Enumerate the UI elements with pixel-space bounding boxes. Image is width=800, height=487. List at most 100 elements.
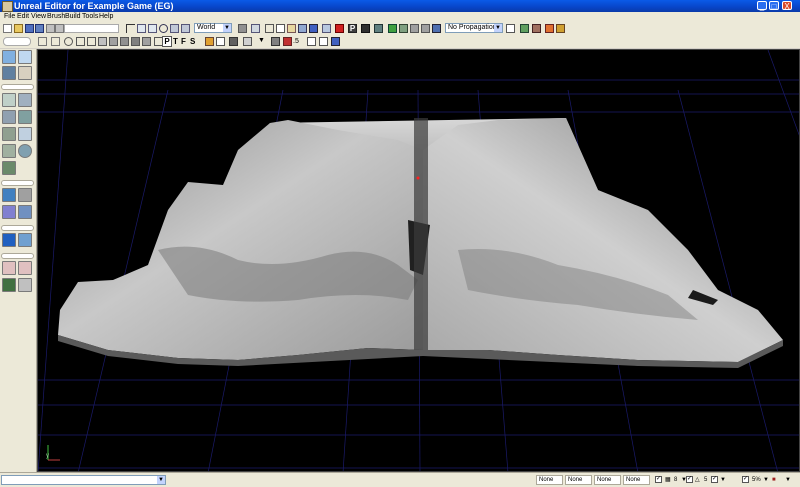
redo-icon[interactable]: [55, 24, 64, 33]
csg-add-button[interactable]: [2, 188, 16, 202]
save-icon[interactable]: [25, 24, 34, 33]
texture-mode-button[interactable]: [18, 66, 32, 80]
linear-stair-brush-button[interactable]: [2, 127, 16, 141]
sphere-brush-button[interactable]: [18, 144, 32, 158]
light-complexity-icon[interactable]: [131, 37, 140, 46]
copy-icon[interactable]: [276, 24, 285, 33]
cone-brush-button[interactable]: [18, 93, 32, 107]
play-level-icon[interactable]: [432, 24, 441, 33]
save-all-icon[interactable]: [35, 24, 44, 33]
unlit-icon[interactable]: [98, 37, 107, 46]
p-button[interactable]: P: [348, 24, 357, 33]
csg-subtract-button[interactable]: [18, 188, 32, 202]
show-selected-button[interactable]: [2, 261, 16, 275]
chevron-down-icon[interactable]: ▼: [720, 475, 726, 485]
translate-icon[interactable]: [137, 24, 146, 33]
menu-file[interactable]: File: [4, 12, 15, 22]
texture-density-icon[interactable]: [142, 37, 151, 46]
scale-nonuniform-icon[interactable]: [181, 24, 190, 33]
rotation-snap-checkbox[interactable]: ✓: [686, 476, 693, 483]
realtime-icon[interactable]: [38, 37, 47, 46]
matinee-icon[interactable]: [361, 24, 370, 33]
build-lighting-icon[interactable]: [388, 24, 397, 33]
menu-help[interactable]: Help: [99, 12, 113, 22]
kismet-icon[interactable]: [335, 24, 344, 33]
terrain-mode-button[interactable]: [2, 66, 16, 80]
geometry-mode-button[interactable]: [18, 50, 32, 64]
caret-down-icon[interactable]: ▼: [257, 37, 266, 46]
camera-speed-icon[interactable]: [64, 37, 73, 46]
cut-icon[interactable]: [265, 24, 274, 33]
sheet-brush-button[interactable]: [18, 127, 32, 141]
propagation-select[interactable]: No Propagation ▼: [445, 23, 503, 33]
binoculars-icon[interactable]: [238, 24, 247, 33]
wireframe-icon[interactable]: [76, 37, 85, 46]
close-button[interactable]: X: [782, 1, 792, 11]
cylinder-brush-button[interactable]: [18, 110, 32, 124]
menu-brush[interactable]: Brush: [47, 12, 65, 22]
show-all-button[interactable]: [18, 278, 32, 292]
play-icon[interactable]: [506, 24, 515, 33]
menu-edit[interactable]: Edit: [17, 12, 29, 22]
build-paths-icon[interactable]: [399, 24, 408, 33]
csg-intersect-button[interactable]: [2, 205, 16, 219]
play-in-editor-icon[interactable]: [520, 24, 529, 33]
disk-icon[interactable]: ■: [772, 475, 776, 485]
csg-deintersect-button[interactable]: [18, 205, 32, 219]
perspective-view-button[interactable]: P: [162, 36, 172, 47]
menu-view[interactable]: View: [31, 12, 46, 22]
game-view-icon[interactable]: [243, 37, 252, 46]
front-view-button[interactable]: F: [181, 36, 186, 47]
level-browser-icon[interactable]: [322, 24, 331, 33]
perspective-viewport[interactable]: y: [37, 49, 800, 472]
snap-value-icon[interactable]: [283, 37, 292, 46]
new-file-icon[interactable]: [3, 24, 12, 33]
rotate-icon[interactable]: [159, 24, 168, 33]
cube-brush-button[interactable]: [2, 93, 16, 107]
chevron-down-icon[interactable]: ▼: [785, 475, 791, 485]
lock-icon[interactable]: [51, 37, 60, 46]
lock-viewport-icon[interactable]: [205, 37, 214, 46]
menu-build[interactable]: Build: [65, 12, 81, 22]
build-cover-icon[interactable]: [410, 24, 419, 33]
eye-icon[interactable]: [229, 37, 238, 46]
open-folder-icon[interactable]: [14, 24, 23, 33]
lighting-icon[interactable]: [545, 24, 554, 33]
split-viewport-icon[interactable]: [319, 37, 328, 46]
volumetric-brush-button[interactable]: [2, 161, 16, 175]
undo-icon[interactable]: [46, 24, 55, 33]
coordinate-system-select[interactable]: World ▼: [194, 23, 232, 33]
top-view-button[interactable]: T: [173, 36, 178, 47]
build-all-icon[interactable]: [421, 24, 430, 33]
scale-snap-checkbox[interactable]: ✓: [711, 476, 718, 483]
scale-icon[interactable]: [170, 24, 179, 33]
menu-tools[interactable]: Tools: [82, 12, 98, 22]
show-flags-icon[interactable]: [216, 37, 225, 46]
add-volume-button[interactable]: [2, 233, 16, 247]
side-view-button[interactable]: S: [190, 36, 195, 47]
curved-stair-brush-button[interactable]: [2, 110, 16, 124]
select-cursor-icon[interactable]: [126, 24, 135, 33]
actor-browser-icon[interactable]: [298, 24, 307, 33]
paste-icon[interactable]: [287, 24, 296, 33]
group-browser-icon[interactable]: [309, 24, 318, 33]
viewport-options-pill[interactable]: [3, 37, 31, 46]
lit-icon[interactable]: [109, 37, 118, 46]
tools-icon[interactable]: [556, 24, 565, 33]
grid-snap-checkbox[interactable]: ✓: [655, 476, 662, 483]
camera-mode-button[interactable]: [2, 50, 16, 64]
build-geometry-icon[interactable]: [374, 24, 383, 33]
brush-wireframe-icon[interactable]: [87, 37, 96, 46]
command-input[interactable]: ▼: [1, 475, 166, 485]
add-special-button[interactable]: [18, 233, 32, 247]
viewport-layout-icon[interactable]: [331, 37, 340, 46]
spiral-stair-brush-button[interactable]: [2, 144, 16, 158]
minimize-button[interactable]: _: [757, 1, 767, 11]
maximize-button[interactable]: □: [769, 1, 779, 11]
search-field[interactable]: [64, 24, 119, 33]
lighting-only-icon[interactable]: [120, 37, 129, 46]
play-on-console-icon[interactable]: [532, 24, 541, 33]
chevron-down-icon[interactable]: ▼: [763, 475, 769, 485]
maximize-viewport-icon[interactable]: [307, 37, 316, 46]
snap-icon[interactable]: [271, 37, 280, 46]
